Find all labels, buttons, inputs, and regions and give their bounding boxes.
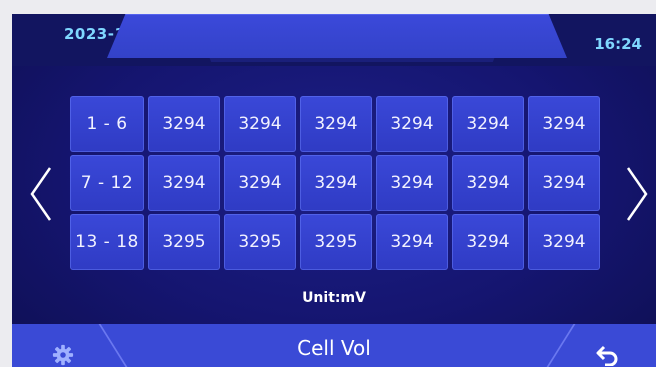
cell-value: 3294: [224, 96, 296, 152]
row-label: 13 - 18: [70, 214, 144, 270]
cell-value: 3295: [300, 214, 372, 270]
cell-value: 3294: [376, 155, 448, 211]
chevron-right-icon[interactable]: [624, 164, 650, 224]
cell-value: 3294: [300, 96, 372, 152]
cell-value: 3294: [376, 96, 448, 152]
row-label: 1 - 6: [70, 96, 144, 152]
unit-label: Unit:mV: [302, 290, 366, 306]
cell-value: 3295: [224, 214, 296, 270]
chevron-left-icon[interactable]: [28, 164, 54, 224]
cell-value: 3294: [148, 96, 220, 152]
cell-value: 3294: [300, 155, 372, 211]
row-label: 7 - 12: [70, 155, 144, 211]
page-title: Cell Vol: [297, 336, 371, 360]
cell-value: 3294: [452, 214, 524, 270]
cell-value: 3294: [148, 155, 220, 211]
time-display: 16:24: [594, 35, 642, 53]
gear-icon[interactable]: [52, 344, 74, 366]
cell-value: 3294: [376, 214, 448, 270]
cell-value: 3294: [528, 155, 600, 211]
cell-value: 3294: [528, 96, 600, 152]
bottom-title-tab: [107, 14, 567, 58]
cell-voltage-table: 1 - 6 3294 3294 3294 3294 3294 3294 7 - …: [70, 96, 600, 270]
back-arrow-icon[interactable]: [595, 344, 619, 367]
cell-value: 3294: [452, 96, 524, 152]
cell-value: 3294: [224, 155, 296, 211]
cell-value: 3295: [148, 214, 220, 270]
device-screen: 2023-10-31 16:24 1 - 6 3294 3294 3294 32…: [12, 14, 656, 367]
cell-value: 3294: [452, 155, 524, 211]
cell-value: 3294: [528, 214, 600, 270]
